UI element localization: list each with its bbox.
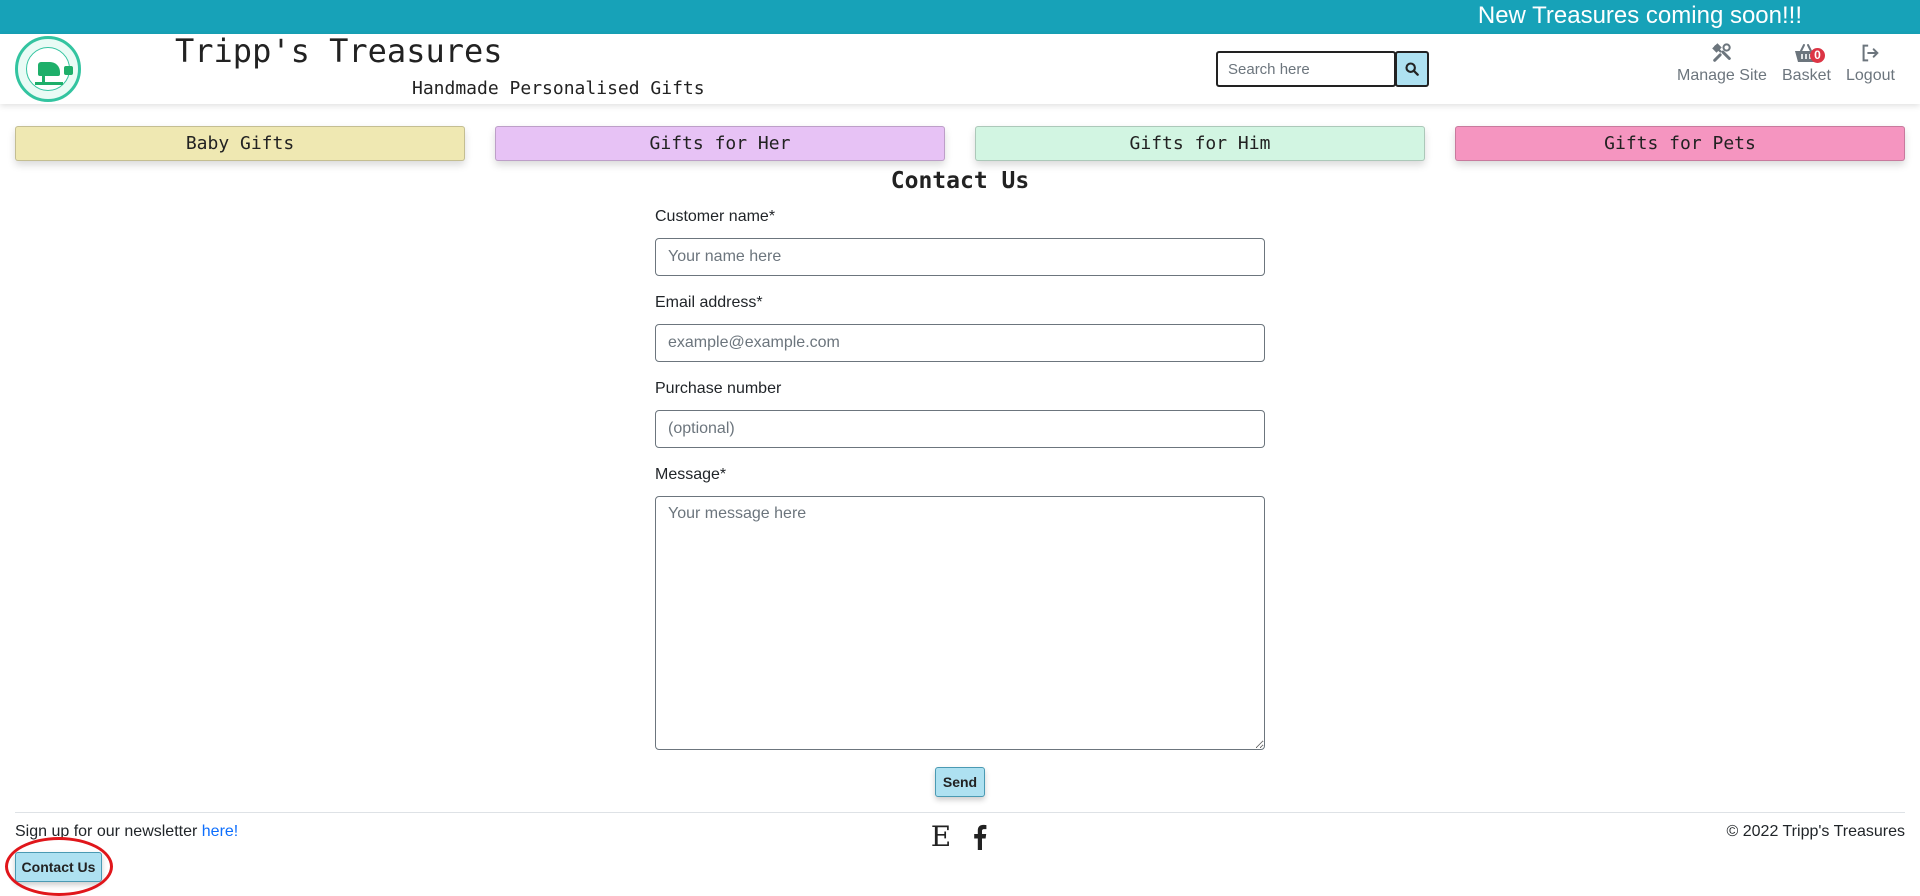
newsletter-text: Sign up for our newsletter here! [15, 823, 239, 840]
site-header: Tripp's Treasures Handmade Personalised … [0, 34, 1920, 104]
logout-link[interactable]: Logout [1846, 42, 1895, 86]
page-title: Contact Us [890, 168, 1030, 194]
category-baby-gifts[interactable]: Baby Gifts [15, 126, 465, 161]
search-input[interactable] [1216, 51, 1396, 87]
manage-site-link[interactable]: Manage Site [1677, 42, 1767, 86]
category-gifts-for-him[interactable]: Gifts for Him [975, 126, 1425, 161]
banner-text: New Treasures coming soon!!! [1477, 2, 1802, 29]
message-label: Message* [655, 466, 727, 483]
basket-count-badge: 0 [1810, 48, 1825, 63]
site-logo[interactable] [15, 36, 81, 102]
search-icon [1405, 62, 1419, 76]
basket-link[interactable]: 0 Basket [1782, 42, 1831, 86]
category-gifts-for-her[interactable]: Gifts for Her [495, 126, 945, 161]
etsy-icon[interactable]: E [930, 822, 952, 852]
logout-icon [1863, 44, 1880, 62]
contact-us-button[interactable]: Contact Us [15, 852, 102, 882]
copyright-text: © 2022 Tripp's Treasures [1726, 823, 1905, 840]
newsletter-link[interactable]: here! [202, 823, 238, 840]
purchase-number-label: Purchase number [655, 380, 782, 397]
basket-label: Basket [1782, 67, 1831, 84]
site-subtitle: Handmade Personalised Gifts [412, 78, 705, 99]
logout-label: Logout [1846, 67, 1895, 84]
search-button[interactable] [1395, 51, 1429, 87]
site-title[interactable]: Tripp's Treasures [175, 34, 503, 68]
announcement-banner: New Treasures coming soon!!! [0, 0, 1920, 34]
customer-name-label: Customer name* [655, 208, 776, 225]
category-gifts-for-pets[interactable]: Gifts for Pets [1455, 126, 1905, 161]
facebook-icon[interactable] [970, 822, 990, 852]
message-field[interactable] [655, 496, 1265, 750]
footer-divider [15, 812, 1905, 813]
manage-site-label: Manage Site [1677, 67, 1767, 84]
email-field[interactable] [655, 324, 1265, 362]
send-button[interactable]: Send [935, 767, 985, 797]
customer-name-field[interactable] [655, 238, 1265, 276]
purchase-number-field[interactable] [655, 410, 1265, 448]
email-label: Email address* [655, 294, 763, 311]
tools-icon [1712, 43, 1731, 62]
